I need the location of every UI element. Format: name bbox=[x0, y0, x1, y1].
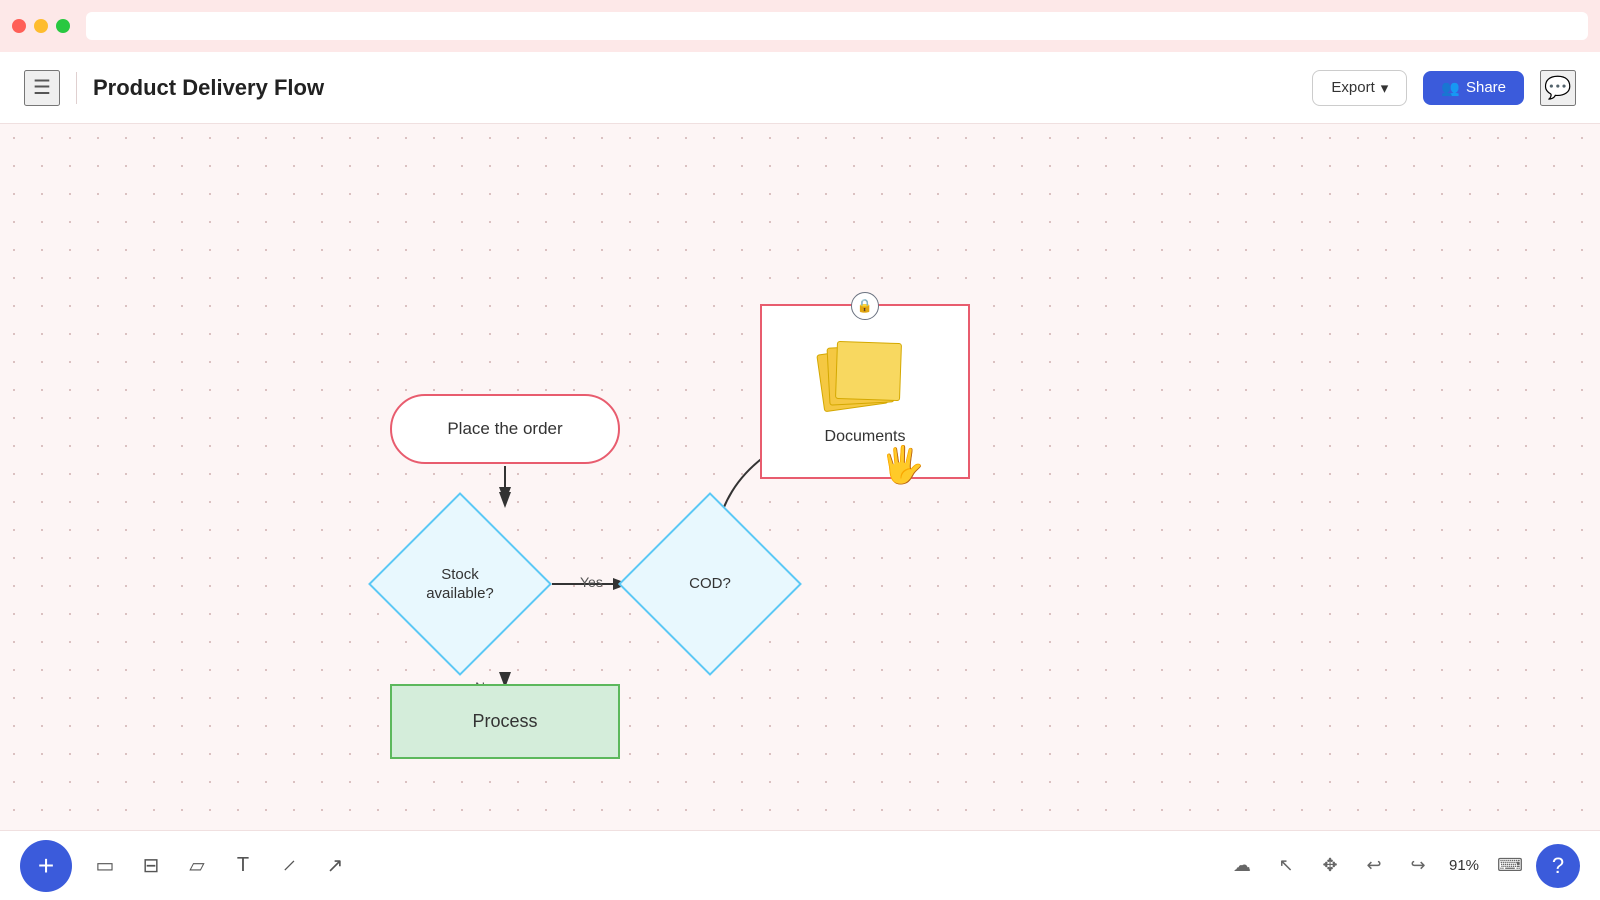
process-label: Process bbox=[472, 711, 537, 732]
titlebar bbox=[0, 0, 1600, 52]
arrow-tool[interactable]: ↗ bbox=[314, 845, 356, 887]
bottom-toolbar: + ✦ ▭ ⊟ ▱ T ─ ↗ ☁ ↖ ✥ ↩ ↪ 91% ⌨ ? bbox=[0, 830, 1600, 900]
rounded-rect-tool[interactable]: ▱ bbox=[176, 845, 218, 887]
comment-button[interactable]: 💬 bbox=[1540, 70, 1576, 106]
redo-button[interactable]: ↪ bbox=[1400, 848, 1436, 884]
cod-diamond-shape bbox=[618, 492, 802, 676]
card-icon: ⊟ bbox=[143, 853, 160, 878]
move-tool-btn[interactable]: ✥ bbox=[1312, 848, 1348, 884]
arrow-icon: ↗ bbox=[327, 853, 344, 878]
comment-icon: 💬 bbox=[1544, 75, 1571, 101]
place-order-node[interactable]: Place the order bbox=[390, 394, 620, 464]
toolbar-divider bbox=[76, 72, 77, 104]
share-label: Share bbox=[1466, 79, 1506, 96]
export-button[interactable]: Export ▾ bbox=[1312, 70, 1407, 106]
text-tool[interactable]: T bbox=[222, 845, 264, 887]
card-tool[interactable]: ⊟ bbox=[130, 845, 172, 887]
arrows-layer bbox=[0, 124, 1600, 900]
help-icon: ? bbox=[1552, 853, 1564, 879]
documents-node[interactable]: 🔒 Documents bbox=[760, 304, 970, 479]
sparkle-icon: ✦ bbox=[63, 836, 76, 856]
rect-icon: ▭ bbox=[96, 853, 115, 878]
process-node[interactable]: Process bbox=[390, 684, 620, 759]
diagram-title: Product Delivery Flow bbox=[93, 75, 1296, 101]
export-label: Export bbox=[1331, 79, 1374, 96]
window-maximize-dot[interactable] bbox=[56, 19, 70, 33]
chevron-down-icon: ▾ bbox=[1381, 79, 1389, 97]
keyboard-shortcuts-btn[interactable]: ⌨ bbox=[1492, 848, 1528, 884]
menu-button[interactable]: ☰ bbox=[24, 70, 60, 106]
stock-available-node[interactable]: Stockavailable? bbox=[370, 494, 550, 674]
add-button[interactable]: + ✦ bbox=[20, 840, 72, 892]
line-tool[interactable]: ─ bbox=[268, 845, 310, 887]
documents-label: Documents bbox=[825, 428, 906, 446]
doc-sheet-3 bbox=[835, 340, 902, 400]
rounded-rect-icon: ▱ bbox=[189, 853, 204, 878]
place-order-label: Place the order bbox=[447, 419, 562, 439]
lock-icon: 🔒 bbox=[851, 292, 879, 320]
undo-button[interactable]: ↩ bbox=[1356, 848, 1392, 884]
plus-icon: + bbox=[38, 850, 54, 882]
share-button[interactable]: 👥 Share bbox=[1423, 71, 1524, 105]
cursor-tool-btn[interactable]: ↖ bbox=[1268, 848, 1304, 884]
cod-node[interactable]: COD? bbox=[620, 494, 800, 674]
hamburger-icon: ☰ bbox=[33, 75, 51, 100]
document-icon-group bbox=[820, 338, 910, 418]
diagram-canvas: Place the order Stockavailable? COD? Yes… bbox=[0, 124, 1600, 900]
main-toolbar: ☰ Product Delivery Flow Export ▾ 👥 Share… bbox=[0, 52, 1600, 124]
window-close-dot[interactable] bbox=[12, 19, 26, 33]
stock-diamond-shape bbox=[368, 492, 552, 676]
yes-label: Yes bbox=[580, 574, 603, 590]
help-button[interactable]: ? bbox=[1536, 844, 1580, 888]
zoom-level: 91% bbox=[1444, 857, 1484, 874]
text-icon: T bbox=[237, 854, 249, 877]
rectangle-tool[interactable]: ▭ bbox=[84, 845, 126, 887]
line-icon: ─ bbox=[277, 854, 301, 878]
cloud-icon-btn[interactable]: ☁ bbox=[1224, 848, 1260, 884]
share-icon: 👥 bbox=[1441, 79, 1460, 97]
address-bar[interactable] bbox=[86, 12, 1588, 40]
window-minimize-dot[interactable] bbox=[34, 19, 48, 33]
bottom-right-tools: ☁ ↖ ✥ ↩ ↪ 91% ⌨ ? bbox=[1224, 844, 1580, 888]
